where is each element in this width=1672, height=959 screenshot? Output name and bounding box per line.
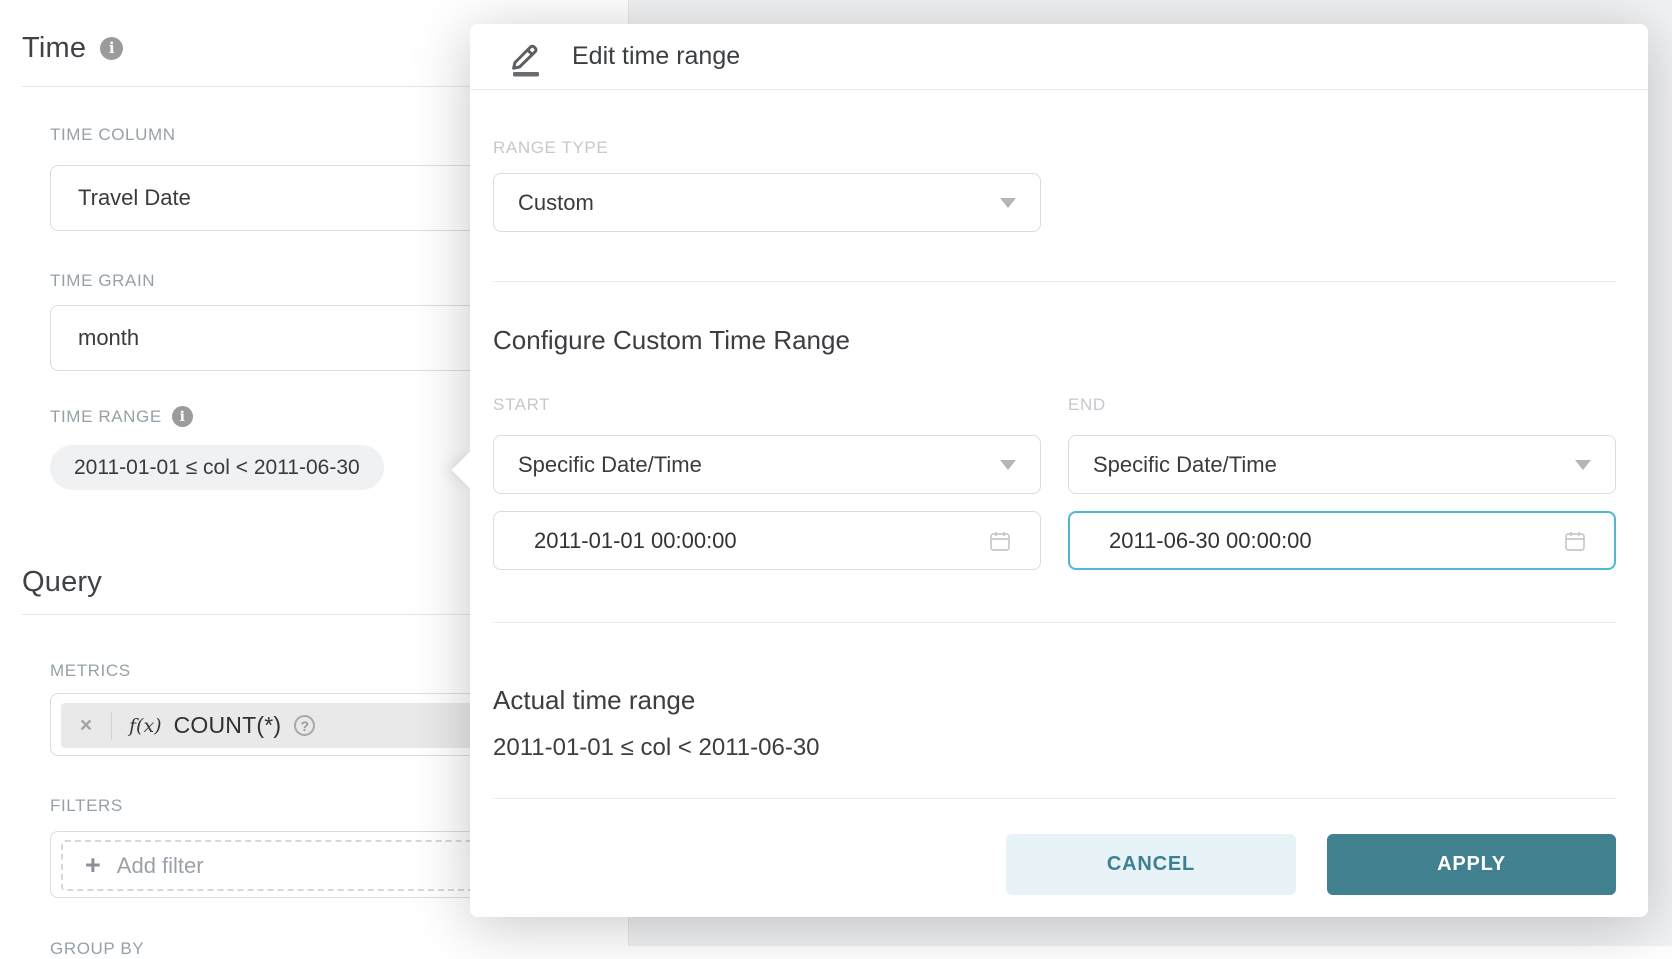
start-datetime-input[interactable]: 2011-01-01 00:00:00 [493,511,1041,570]
chip-divider [111,712,112,740]
modal-divider [493,281,1616,282]
time-section-title: Time [22,30,86,66]
actual-range-value: 2011-01-01 ≤ col < 2011-06-30 [493,733,1616,763]
remove-metric-icon[interactable]: × [61,714,111,738]
popover-title: Edit time range [572,42,740,71]
actual-range-heading: Actual time range [493,683,1616,717]
time-column-value: Travel Date [78,185,191,211]
end-datetime-value: 2011-06-30 00:00:00 [1109,528,1312,554]
time-grain-value: month [78,325,139,351]
function-icon: f(x) [129,715,162,737]
end-datetime-input[interactable]: 2011-06-30 00:00:00 [1068,511,1616,570]
chevron-down-icon [1000,198,1016,208]
range-type-select[interactable]: Custom [493,173,1041,232]
range-type-value: Custom [518,190,594,216]
end-type-select[interactable]: Specific Date/Time [1068,435,1616,494]
modal-divider [493,798,1616,799]
start-type-value: Specific Date/Time [518,452,702,478]
configure-heading: Configure Custom Time Range [493,323,1616,357]
start-datetime-value: 2011-01-01 00:00:00 [534,528,737,554]
end-type-value: Specific Date/Time [1093,452,1277,478]
cancel-button[interactable]: CANCEL [1006,834,1296,895]
edit-time-range-popover: Edit time range RANGE TYPE Custom Config… [470,24,1648,917]
end-label: END [1068,395,1616,415]
edit-pencil-icon [505,37,545,77]
chevron-down-icon [1575,460,1591,470]
plus-icon: + [85,852,101,879]
start-label: START [493,395,1041,415]
time-range-label: TIME RANGE [50,407,162,427]
modal-divider [493,622,1616,623]
chevron-down-icon [1000,460,1016,470]
metric-name: COUNT(*) [174,712,282,739]
calendar-icon[interactable] [988,529,1012,553]
help-icon[interactable]: ? [294,715,315,736]
calendar-icon[interactable] [1563,529,1587,553]
popover-header: Edit time range [470,24,1648,90]
apply-button[interactable]: APPLY [1327,834,1616,895]
time-range-pill[interactable]: 2011-01-01 ≤ col < 2011-06-30 [50,445,384,490]
info-icon[interactable]: i [172,406,193,427]
group-by-label: GROUP BY [50,939,628,959]
info-icon[interactable]: i [100,37,123,60]
start-type-select[interactable]: Specific Date/Time [493,435,1041,494]
range-type-label: RANGE TYPE [493,138,1616,158]
add-filter-label: Add filter [117,853,204,879]
